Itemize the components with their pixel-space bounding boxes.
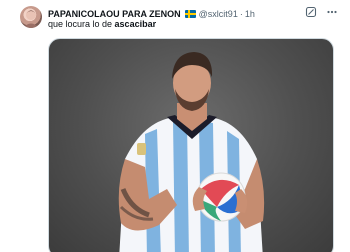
author-handle[interactable]: @sxlcit91 bbox=[199, 9, 238, 19]
tweet-text: que locura lo de ascacibar bbox=[48, 19, 156, 29]
tweet-text-plain: que locura lo de bbox=[48, 19, 115, 29]
avatar[interactable] bbox=[20, 6, 42, 28]
sweden-flag-icon bbox=[184, 10, 196, 18]
grok-icon[interactable] bbox=[305, 6, 317, 18]
tweet-text-bold: ascacibar bbox=[114, 19, 157, 29]
author-name[interactable]: PAPANICOLAOU PARA ZENON bbox=[48, 9, 181, 19]
tweet[interactable]: PAPANICOLAOU PARA ZENON @sxlcit91 · 1h q… bbox=[0, 0, 350, 252]
more-icon[interactable] bbox=[326, 6, 338, 18]
tweet-media-image[interactable] bbox=[48, 38, 334, 252]
timestamp[interactable]: 1h bbox=[245, 9, 255, 19]
player-photo bbox=[118, 52, 265, 252]
separator: · bbox=[239, 9, 243, 19]
